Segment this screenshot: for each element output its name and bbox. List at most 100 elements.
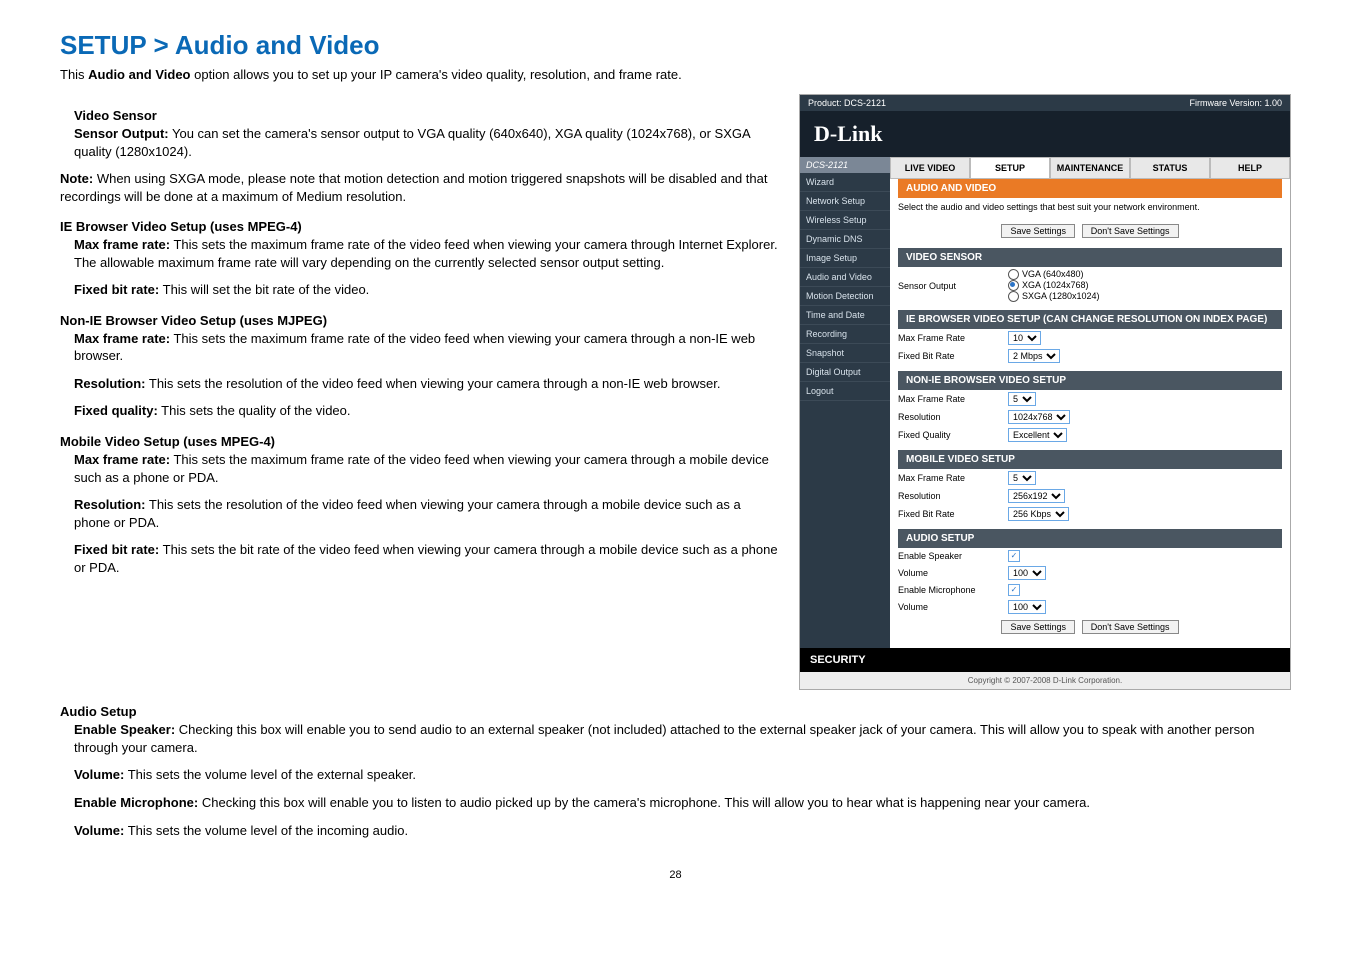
- section-bar-mobile: MOBILE VIDEO SETUP: [898, 450, 1282, 469]
- audio-mic-text: Checking this box will enable you to lis…: [198, 795, 1090, 810]
- select-mb-bit-rate[interactable]: 256 Kbps: [1008, 507, 1069, 521]
- audio-mic-para: Enable Microphone: Checking this box wil…: [74, 794, 1291, 812]
- sidebar-item-ddns[interactable]: Dynamic DNS: [800, 230, 890, 249]
- audio-vol2-text: This sets the volume level of the incomi…: [124, 823, 408, 838]
- ui-firmware: Firmware Version: 1.00: [1189, 98, 1282, 108]
- nonie-max-text: This sets the maximum frame rate of the …: [74, 331, 755, 364]
- checkbox-enable-speaker[interactable]: ✓: [1008, 550, 1020, 562]
- label-mb-bit-rate: Fixed Bit Rate: [898, 509, 1008, 519]
- audio-vol2-label: Volume:: [74, 823, 124, 838]
- dont-save-button-top[interactable]: Don't Save Settings: [1082, 224, 1179, 238]
- sidebar-item-time[interactable]: Time and Date: [800, 306, 890, 325]
- page-number: 28: [60, 869, 1291, 881]
- select-ie-max-frame[interactable]: 10: [1008, 331, 1041, 345]
- intro-bold: Audio and Video: [88, 67, 190, 82]
- mobile-fix-text: This sets the bit rate of the video feed…: [74, 542, 778, 575]
- select-speaker-volume[interactable]: 100: [1008, 566, 1046, 580]
- nonie-max-label: Max frame rate:: [74, 331, 170, 346]
- heading-nonie-browser: Non-IE Browser Video Setup (uses MJPEG): [60, 313, 779, 328]
- select-ni-max-frame[interactable]: 5: [1008, 392, 1036, 406]
- sidebar-item-motion[interactable]: Motion Detection: [800, 287, 890, 306]
- sidebar-item-recording[interactable]: Recording: [800, 325, 890, 344]
- select-mb-max-frame[interactable]: 5: [1008, 471, 1036, 485]
- audio-mic-label: Enable Microphone:: [74, 795, 198, 810]
- mobile-fix-para: Fixed bit rate: This sets the bit rate o…: [74, 541, 779, 576]
- sensor-output-text: You can set the camera's sensor output t…: [74, 126, 750, 159]
- radio-xga[interactable]: [1008, 280, 1019, 291]
- dont-save-button-bottom[interactable]: Don't Save Settings: [1082, 620, 1179, 634]
- label-mb-resolution: Resolution: [898, 491, 1008, 501]
- screenshot-dlink-ui: Product: DCS-2121 Firmware Version: 1.00…: [799, 94, 1291, 690]
- tab-live-video[interactable]: LIVE VIDEO: [890, 157, 970, 179]
- select-ni-resolution[interactable]: 1024x768: [1008, 410, 1070, 424]
- nonie-res-text: This sets the resolution of the video fe…: [146, 376, 721, 391]
- radio-vga[interactable]: [1008, 269, 1019, 280]
- sidebar-item-snapshot[interactable]: Snapshot: [800, 344, 890, 363]
- note-label: Note:: [60, 171, 93, 186]
- ie-max-text: This sets the maximum frame rate of the …: [74, 237, 778, 270]
- tab-status[interactable]: STATUS: [1130, 157, 1210, 179]
- select-ni-quality[interactable]: Excellent: [1008, 428, 1067, 442]
- save-settings-button-bottom[interactable]: Save Settings: [1001, 620, 1075, 634]
- ie-fix-para: Fixed bit rate: This will set the bit ra…: [74, 281, 779, 299]
- tab-maintenance[interactable]: MAINTENANCE: [1050, 157, 1130, 179]
- section-bar-audio-setup: AUDIO SETUP: [898, 529, 1282, 548]
- label-ni-quality: Fixed Quality: [898, 430, 1008, 440]
- ui-footer-security: SECURITY: [800, 648, 1290, 672]
- section-bar-nonie-browser: NON-IE BROWSER VIDEO SETUP: [898, 371, 1282, 390]
- label-mic-volume: Volume: [898, 602, 1008, 612]
- sidebar-item-wireless[interactable]: Wireless Setup: [800, 211, 890, 230]
- audio-speaker-para: Enable Speaker: Checking this box will e…: [74, 721, 1291, 756]
- radio-vga-label: VGA (640x480): [1022, 269, 1084, 279]
- intro-post: option allows you to set up your IP came…: [191, 67, 682, 82]
- section-bar-video-sensor: VIDEO SENSOR: [898, 248, 1282, 267]
- ie-max-label: Max frame rate:: [74, 237, 170, 252]
- intro-pre: This: [60, 67, 88, 82]
- mobile-max-label: Max frame rate:: [74, 452, 170, 467]
- sidebar-item-image[interactable]: Image Setup: [800, 249, 890, 268]
- label-ni-max-frame: Max Frame Rate: [898, 394, 1008, 404]
- checkbox-enable-microphone[interactable]: ✓: [1008, 584, 1020, 596]
- sensor-output-label: Sensor Output:: [74, 126, 169, 141]
- nonie-max-para: Max frame rate: This sets the maximum fr…: [74, 330, 779, 365]
- nonie-res-para: Resolution: This sets the resolution of …: [74, 375, 779, 393]
- select-mic-volume[interactable]: 100: [1008, 600, 1046, 614]
- label-sensor-output: Sensor Output: [898, 281, 1008, 291]
- sidebar-item-logout[interactable]: Logout: [800, 382, 890, 401]
- radio-sxga-label: SXGA (1280x1024): [1022, 291, 1100, 301]
- select-ie-bit-rate[interactable]: 2 Mbps: [1008, 349, 1060, 363]
- sidebar-item-digital-output[interactable]: Digital Output: [800, 363, 890, 382]
- label-ie-max-frame: Max Frame Rate: [898, 333, 1008, 343]
- tab-help[interactable]: HELP: [1210, 157, 1290, 179]
- label-enable-microphone: Enable Microphone: [898, 585, 1008, 595]
- sensor-output-para: Sensor Output: You can set the camera's …: [74, 125, 779, 160]
- save-settings-button-top[interactable]: Save Settings: [1001, 224, 1075, 238]
- label-speaker-volume: Volume: [898, 568, 1008, 578]
- heading-ie-browser: IE Browser Video Setup (uses MPEG-4): [60, 219, 779, 234]
- radio-xga-label: XGA (1024x768): [1022, 280, 1089, 290]
- audio-speaker-label: Enable Speaker:: [74, 722, 175, 737]
- radio-sxga[interactable]: [1008, 291, 1019, 302]
- ui-model: DCS-2121: [800, 157, 890, 173]
- ie-fix-text: This will set the bit rate of the video.: [159, 282, 369, 297]
- heading-mobile: Mobile Video Setup (uses MPEG-4): [60, 434, 779, 449]
- heading-video-sensor: Video Sensor: [74, 108, 779, 123]
- select-mb-resolution[interactable]: 256x192: [1008, 489, 1065, 503]
- nonie-fix-text: This sets the quality of the video.: [158, 403, 351, 418]
- sidebar-item-wizard[interactable]: Wizard: [800, 173, 890, 192]
- label-mb-max-frame: Max Frame Rate: [898, 473, 1008, 483]
- mobile-res-text: This sets the resolution of the video fe…: [74, 497, 741, 530]
- audio-speaker-text: Checking this box will enable you to sen…: [74, 722, 1255, 755]
- sidebar-item-audio-video[interactable]: Audio and Video: [800, 268, 890, 287]
- label-ie-bit-rate: Fixed Bit Rate: [898, 351, 1008, 361]
- heading-audio-setup: Audio Setup: [60, 704, 1291, 719]
- ie-fix-label: Fixed bit rate:: [74, 282, 159, 297]
- tab-setup[interactable]: SETUP: [970, 157, 1050, 179]
- mobile-fix-label: Fixed bit rate:: [74, 542, 159, 557]
- sidebar-item-network[interactable]: Network Setup: [800, 192, 890, 211]
- audio-vol2-para: Volume: This sets the volume level of th…: [74, 822, 1291, 840]
- section-bar-ie-browser: IE BROWSER VIDEO SETUP (CAN CHANGE RESOL…: [898, 310, 1282, 329]
- nonie-res-label: Resolution:: [74, 376, 146, 391]
- mobile-max-text: This sets the maximum frame rate of the …: [74, 452, 769, 485]
- ui-product: Product: DCS-2121: [808, 98, 886, 108]
